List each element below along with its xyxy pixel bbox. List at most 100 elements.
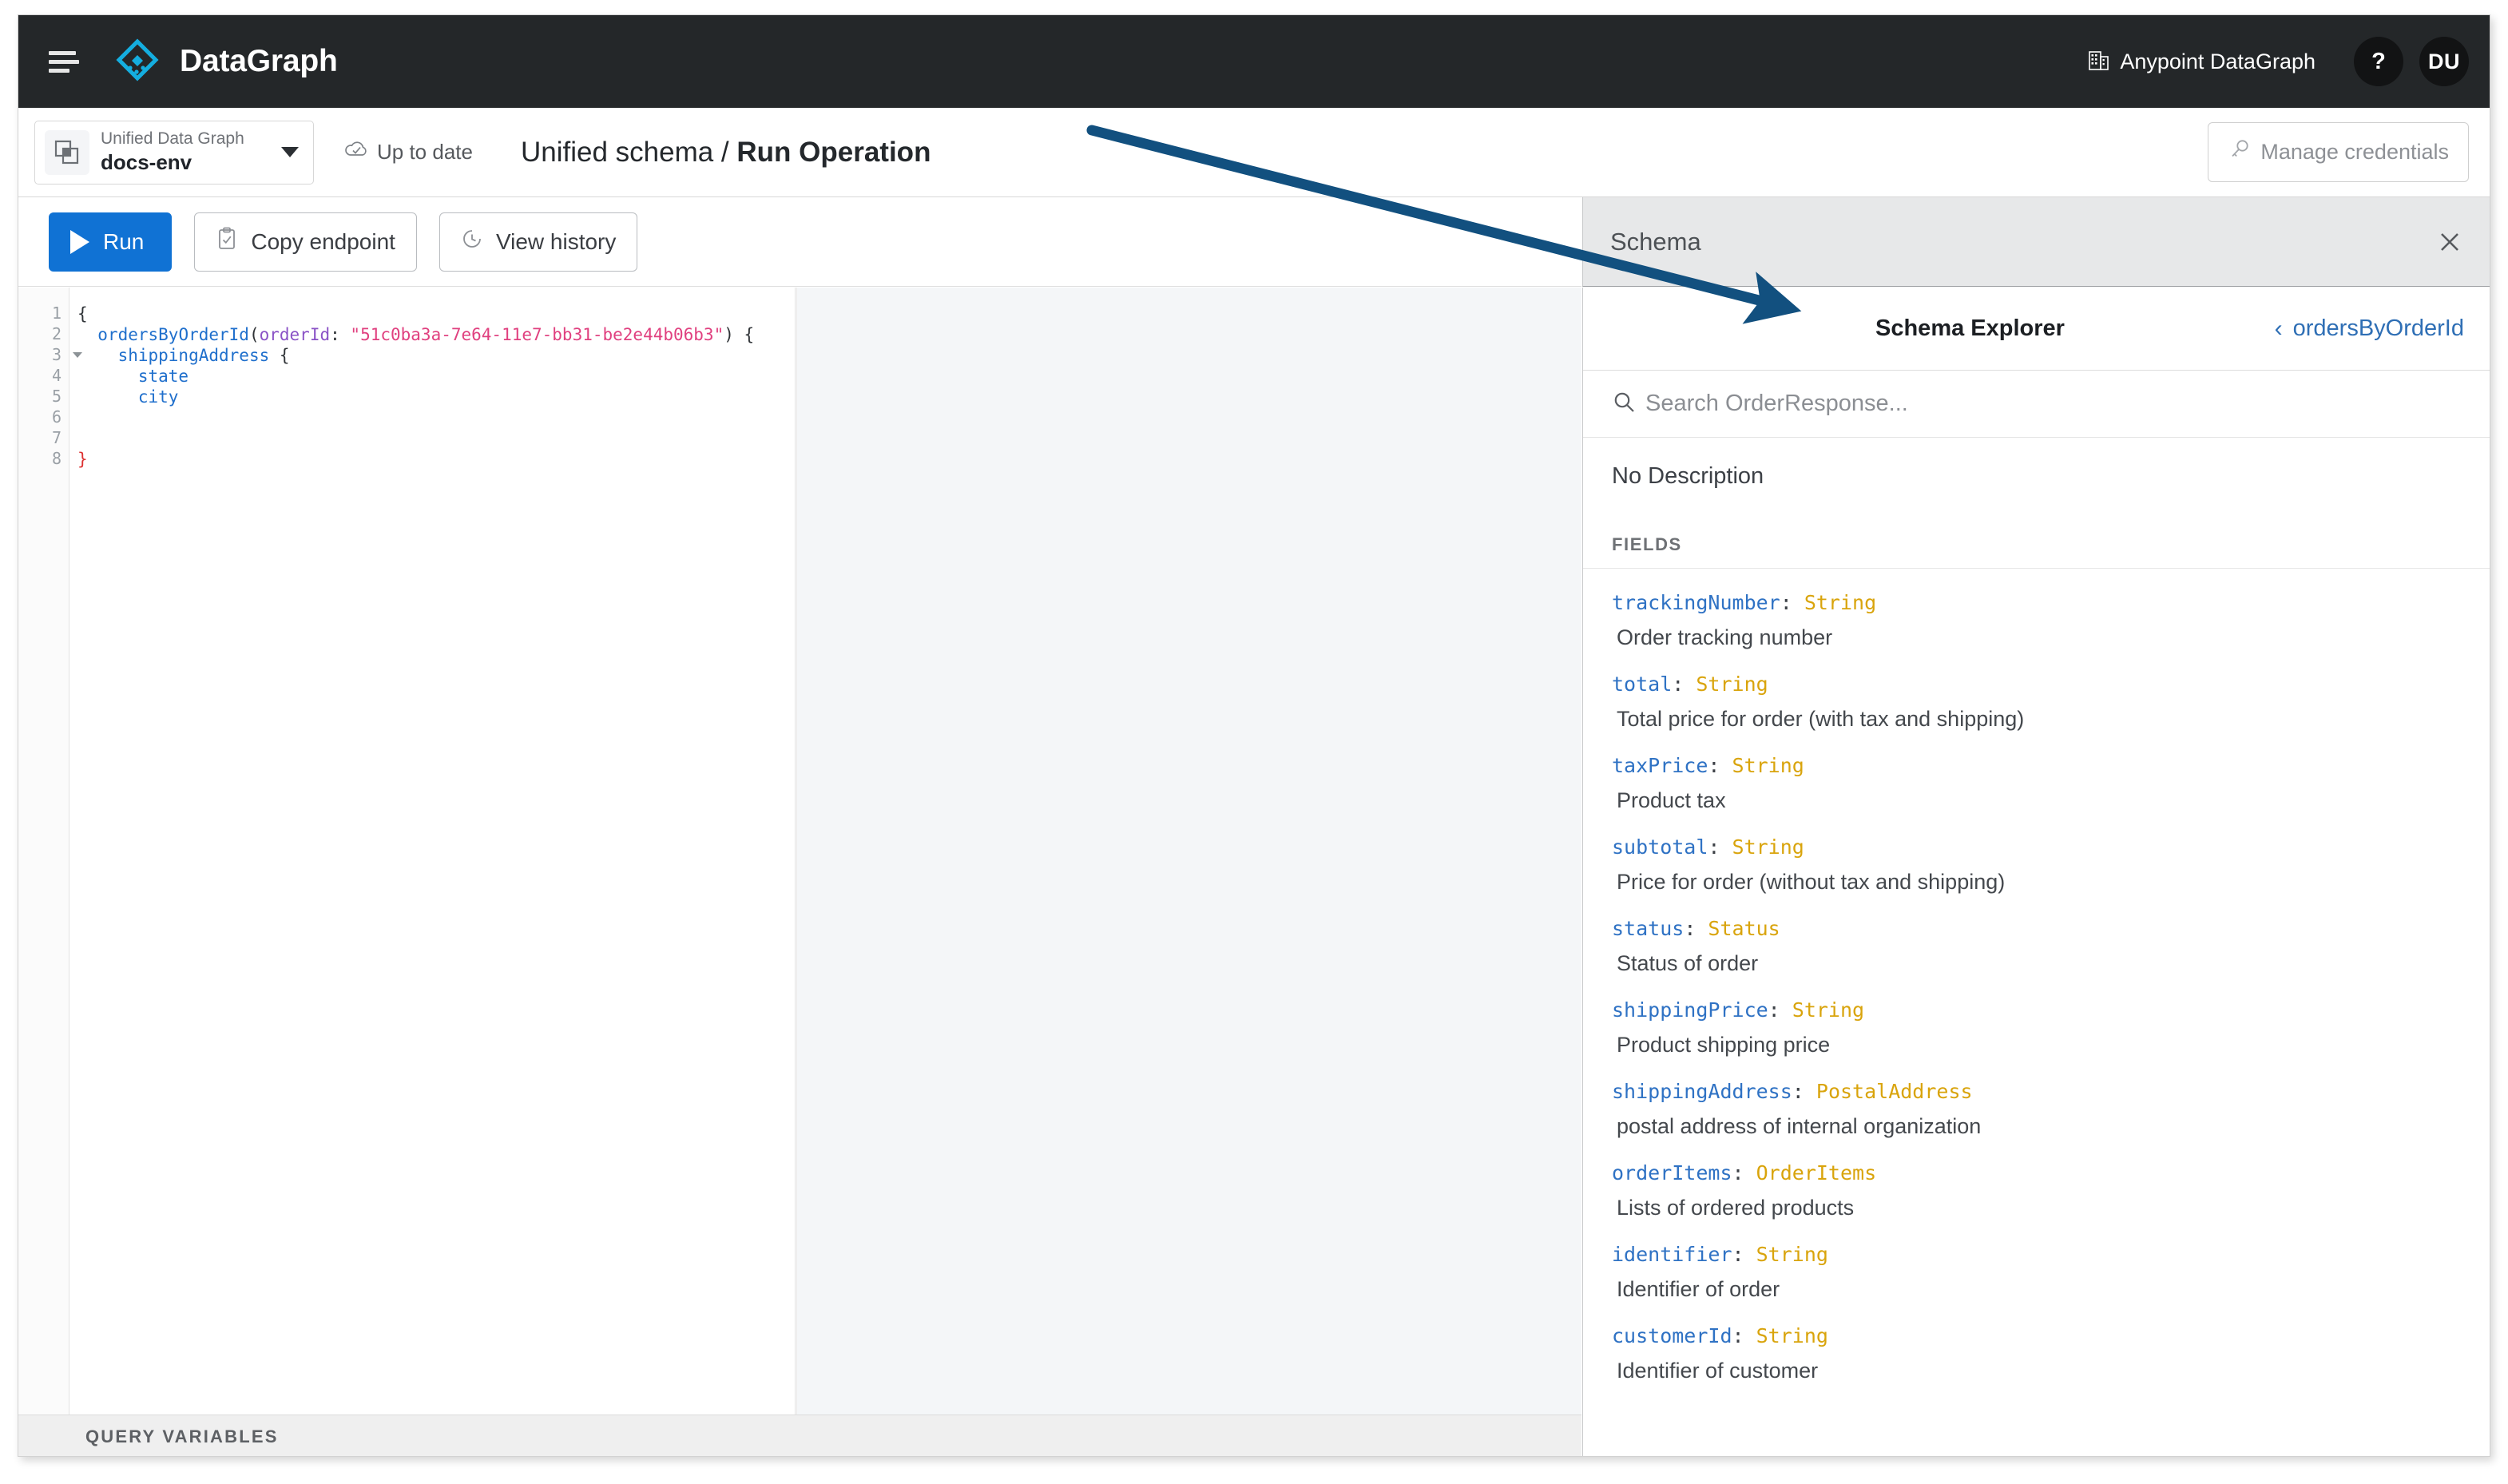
field-signature[interactable]: status: Status (1612, 917, 2462, 940)
fold-arrow-icon[interactable] (73, 352, 82, 358)
field-description: postal address of internal organization (1612, 1114, 2462, 1139)
field-type[interactable]: String (1696, 673, 1768, 696)
schema-type-description: No Description (1583, 438, 2490, 490)
field-type[interactable]: Status (1708, 917, 1780, 940)
field-name[interactable]: status (1612, 917, 1684, 940)
top-navigation-bar: DataGraph (18, 15, 2490, 108)
history-clock-icon (461, 228, 483, 256)
field-description: Price for order (without tax and shippin… (1612, 870, 2462, 895)
list-item[interactable]: subtotal: String Price for order (withou… (1612, 813, 2462, 895)
code-line: } (77, 449, 795, 470)
manage-credentials-button[interactable]: Manage credentials (2208, 122, 2469, 182)
field-type[interactable]: String (1792, 998, 1864, 1022)
avatar[interactable]: DU (2419, 37, 2469, 86)
schema-explorer-header: Schema Explorer ‹ ordersByOrderId (1583, 288, 2490, 371)
status-label: Up to date (377, 140, 473, 165)
field-description: Lists of ordered products (1612, 1196, 2462, 1220)
line-number-text: 3 (52, 345, 62, 364)
fields-section-heading: FIELDS (1583, 490, 2490, 555)
code-token-string: "51c0ba3a-7e64-11e7-bb31-be2e44b06b3" (350, 325, 724, 344)
status-badge: Up to date (344, 139, 473, 165)
field-description: Status of order (1612, 951, 2462, 976)
field-name[interactable]: identifier (1612, 1243, 1732, 1266)
field-description: Identifier of order (1612, 1277, 2462, 1302)
list-item[interactable]: orderItems: OrderItems Lists of ordered … (1612, 1139, 2462, 1220)
clipboard-check-icon (216, 227, 238, 256)
view-history-button[interactable]: View history (439, 212, 637, 272)
query-editor[interactable]: 1 2 3 4 5 6 7 8 { ordersByOrderId(orderI… (18, 288, 796, 1415)
search-input[interactable] (1645, 391, 2464, 417)
line-number: 4 (18, 366, 69, 387)
code-token-argument: orderId (260, 325, 331, 344)
layers-icon (45, 130, 89, 175)
field-type[interactable]: String (1756, 1243, 1828, 1266)
list-item[interactable]: trackingNumber: String Order tracking nu… (1612, 569, 2462, 650)
code-line: ordersByOrderId(orderId: "51c0ba3a-7e64-… (77, 324, 795, 345)
field-signature[interactable]: total: String (1612, 673, 2462, 696)
code-line: { (77, 304, 795, 324)
field-name[interactable]: shippingAddress (1612, 1080, 1792, 1103)
breadcrumb-current: Run Operation (736, 137, 931, 168)
field-name[interactable]: total (1612, 673, 1672, 696)
search-icon (1612, 390, 1636, 418)
list-item[interactable]: taxPrice: String Product tax (1612, 732, 2462, 813)
field-description: Identifier of customer (1612, 1359, 2462, 1383)
list-item[interactable]: status: Status Status of order (1612, 895, 2462, 976)
field-type[interactable]: String (1732, 835, 1804, 859)
run-button[interactable]: Run (49, 212, 172, 272)
application-window: DataGraph (18, 14, 2490, 1457)
list-item[interactable]: total: String Total price for order (wit… (1612, 650, 2462, 732)
field-type[interactable]: PostalAddress (1816, 1080, 1973, 1103)
field-signature[interactable]: taxPrice: String (1612, 754, 2462, 777)
schema-panel-title: Schema (1610, 228, 1701, 256)
code-token-field: shippingAddress (118, 346, 270, 365)
breadcrumb-parent[interactable]: Unified schema / (521, 137, 729, 168)
list-item[interactable]: customerId: String Identifier of custome… (1612, 1302, 2462, 1383)
query-variables-toggle[interactable]: QUERY VARIABLES (18, 1415, 1581, 1457)
organization-name: Anypoint DataGraph (2120, 50, 2316, 74)
organization-switcher[interactable]: Anypoint DataGraph (2089, 48, 2316, 76)
field-type[interactable]: String (1732, 754, 1804, 777)
schema-back-label: ordersByOrderId (2293, 315, 2464, 342)
field-type[interactable]: String (1756, 1324, 1828, 1347)
schema-explorer-panel: Schema Explorer ‹ ordersByOrderId No Des… (1582, 288, 2490, 1457)
line-number: 1 (18, 304, 69, 324)
field-signature[interactable]: shippingPrice: String (1612, 998, 2462, 1022)
line-number: 2 (18, 324, 69, 345)
field-signature[interactable]: identifier: String (1612, 1243, 2462, 1266)
field-type[interactable]: OrderItems (1756, 1161, 1877, 1184)
field-signature[interactable]: orderItems: OrderItems (1612, 1161, 2462, 1184)
graphql-query-code[interactable]: { ordersByOrderId(orderId: "51c0ba3a-7e6… (69, 288, 795, 1415)
field-name[interactable]: trackingNumber (1612, 591, 1780, 614)
field-description: Total price for order (with tax and ship… (1612, 707, 2462, 732)
field-name[interactable]: subtotal (1612, 835, 1708, 859)
field-name[interactable]: taxPrice (1612, 754, 1708, 777)
copy-endpoint-button[interactable]: Copy endpoint (194, 212, 417, 272)
schema-panel-header: Schema (1582, 197, 2490, 287)
code-token-brace: } (77, 450, 88, 469)
field-name[interactable]: shippingPrice (1612, 998, 1768, 1022)
field-signature[interactable]: trackingNumber: String (1612, 591, 2462, 614)
field-name[interactable]: orderItems (1612, 1161, 1732, 1184)
line-number: 6 (18, 407, 69, 428)
field-name[interactable]: customerId (1612, 1324, 1732, 1347)
schema-breadcrumb-back-link[interactable]: ‹ ordersByOrderId (2275, 315, 2464, 342)
help-button[interactable]: ? (2354, 37, 2403, 86)
list-item[interactable]: shippingAddress: PostalAddress postal ad… (1612, 1057, 2462, 1139)
field-signature[interactable]: shippingAddress: PostalAddress (1612, 1080, 2462, 1103)
hamburger-menu-icon[interactable] (46, 43, 82, 80)
environment-selector[interactable]: Unified Data Graph docs-env (34, 121, 314, 185)
run-button-label: Run (103, 229, 144, 255)
copy-endpoint-label: Copy endpoint (251, 229, 395, 255)
building-icon (2089, 48, 2109, 76)
schema-search-row[interactable] (1583, 371, 2490, 438)
list-item[interactable]: shippingPrice: String Product shipping p… (1612, 976, 2462, 1057)
field-type[interactable]: String (1804, 591, 1876, 614)
close-icon[interactable] (2431, 223, 2469, 261)
line-number: 8 (18, 449, 69, 470)
line-number: 7 (18, 428, 69, 449)
field-signature[interactable]: subtotal: String (1612, 835, 2462, 859)
chevron-down-icon (281, 147, 299, 157)
field-signature[interactable]: customerId: String (1612, 1324, 2462, 1347)
list-item[interactable]: identifier: String Identifier of order (1612, 1220, 2462, 1302)
